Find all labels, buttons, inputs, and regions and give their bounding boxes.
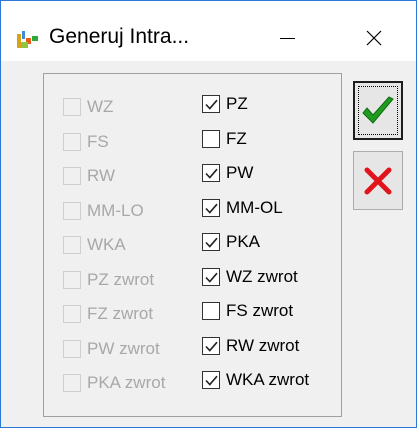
app-icon [15, 29, 41, 51]
checkbox-label: PW zwrot [87, 338, 160, 358]
checkbox-pw-zwrot: PW zwrot [63, 338, 160, 360]
checkbox-label: RW zwrot [226, 335, 300, 355]
checkbox-box[interactable] [202, 336, 220, 355]
checkbox-label: WZ [87, 97, 114, 116]
checkbox-label: FZ zwrot [87, 304, 154, 323]
checkbox-fs: FS [63, 131, 109, 153]
checkmark-icon [205, 168, 218, 179]
checkmark-icon [205, 272, 218, 283]
checkbox-label: PZ zwrot [87, 269, 155, 289]
checkbox-box[interactable] [202, 95, 220, 113]
checkbox-box[interactable] [202, 302, 220, 320]
checkmark-icon [205, 99, 218, 110]
close-icon [366, 30, 382, 46]
ok-button[interactable] [353, 81, 403, 140]
close-button[interactable] [350, 21, 396, 55]
checkbox-mm-ol[interactable]: MM-OL [202, 197, 283, 219]
checkbox-box[interactable] [202, 129, 220, 148]
checkbox-label: MM-LO [87, 200, 144, 220]
checkbox-box[interactable] [202, 233, 220, 251]
checkbox-box[interactable] [202, 164, 220, 182]
checkbox-box [63, 305, 81, 323]
checkbox-box [63, 374, 81, 392]
title-bar[interactable]: Generuj Intra... [1, 1, 416, 61]
checkbox-label: FS zwrot [226, 301, 294, 320]
checkbox-label: PZ [226, 94, 248, 113]
checkmark-icon [205, 341, 218, 352]
checkbox-wka: WKA [63, 234, 126, 256]
checkbox-fs-zwrot[interactable]: FS zwrot [202, 300, 293, 322]
checkbox-label: FZ [226, 128, 247, 148]
checkbox-box [63, 167, 81, 185]
checkbox-box[interactable] [202, 267, 220, 286]
checkbox-wz: WZ [63, 96, 113, 118]
checkbox-wka-zwrot[interactable]: WKA zwrot [202, 369, 309, 391]
checkbox-label: WZ zwrot [226, 266, 298, 286]
checkbox-box [63, 201, 81, 220]
checkmark-icon [205, 203, 218, 214]
checkbox-label: FS [87, 131, 109, 151]
checkbox-fz-zwrot: FZ zwrot [63, 303, 153, 325]
checkbox-pz[interactable]: PZ [202, 93, 248, 115]
checkbox-box [63, 339, 81, 358]
checkbox-pka[interactable]: PKA [202, 231, 260, 253]
checkmark-icon [205, 237, 218, 248]
window-title: Generuj Intra... [49, 25, 190, 48]
checkbox-label: PW [226, 163, 254, 182]
checkbox-pz-zwrot: PZ zwrot [63, 269, 154, 291]
checkbox-rw-zwrot[interactable]: RW zwrot [202, 335, 299, 357]
checkbox-box [63, 98, 81, 116]
checkbox-rw: RW [63, 165, 115, 187]
minimize-button[interactable] [264, 21, 310, 55]
checkbox-label: RW [87, 166, 116, 185]
checkbox-box [63, 132, 81, 151]
dialog-window: Generuj Intra... WZ FS RW MM-LO WKA PZ zwrot F… [0, 0, 417, 428]
checkbox-box [63, 270, 81, 289]
checkbox-label: WKA zwrot [226, 370, 310, 389]
checkbox-pka-zwrot: PKA zwrot [63, 372, 165, 394]
checkbox-label: WKA [87, 235, 126, 254]
green-check-icon [362, 95, 394, 124]
checkbox-fz[interactable]: FZ [202, 128, 247, 150]
checkbox-label: PKA [226, 232, 261, 251]
checkbox-wz-zwrot[interactable]: WZ zwrot [202, 266, 298, 288]
checkbox-box[interactable] [202, 198, 220, 217]
checkbox-pw[interactable]: PW [202, 162, 253, 184]
checkbox-mm-lo: MM-LO [63, 200, 144, 222]
red-x-icon [364, 167, 392, 194]
cancel-button[interactable] [353, 151, 403, 210]
checkbox-label: PKA zwrot [87, 373, 166, 392]
checkmark-icon [205, 375, 218, 386]
checkbox-box[interactable] [202, 371, 220, 389]
checkbox-label: MM-OL [226, 197, 283, 217]
checkbox-box [63, 236, 81, 254]
